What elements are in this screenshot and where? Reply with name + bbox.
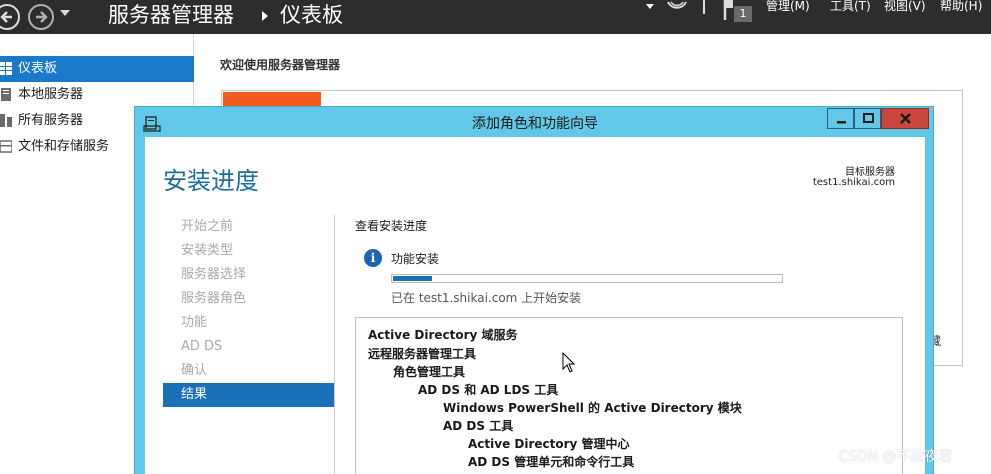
step-before-you-begin: 开始之前: [181, 219, 234, 234]
storage-icon: [0, 140, 12, 153]
install-progress-bar: [391, 274, 783, 283]
progress-fill: [393, 276, 432, 281]
sidebar-item-label: 本地服务器: [18, 87, 84, 102]
feature-install-label: 功能安装: [391, 252, 440, 266]
step-results[interactable]: 结果: [163, 383, 334, 407]
minimize-button[interactable]: [827, 108, 854, 129]
sidebar-item-local-server[interactable]: 本地服务器: [0, 82, 194, 108]
step-installation-type: 安装类型: [181, 243, 234, 258]
step-server-roles: 服务器角色: [181, 291, 247, 306]
menu-view[interactable]: 视图(V): [884, 0, 926, 14]
minimize-icon: [837, 121, 846, 124]
menu-manage[interactable]: 管理(M): [766, 0, 810, 14]
list-item: 角色管理工具: [393, 365, 466, 379]
forward-button[interactable]: [28, 4, 54, 30]
list-item: Active Directory 域服务: [368, 328, 518, 342]
breadcrumb-separator-icon: [262, 11, 268, 21]
chevron-down-icon[interactable]: [646, 4, 654, 9]
list-item: AD DS 工具: [443, 419, 514, 433]
sidebar-item-label: 文件和存储服务: [18, 139, 110, 154]
list-item: 远程服务器管理工具: [368, 347, 477, 361]
sidebar-item-label: 仪表板: [18, 61, 58, 76]
servers-icon: [0, 114, 12, 127]
sidebar-item-label: 所有服务器: [18, 113, 84, 128]
close-icon: [900, 113, 911, 124]
page-title: 安装进度: [163, 167, 259, 195]
section-label: 查看安装进度: [355, 219, 428, 233]
maximize-button[interactable]: [854, 108, 881, 129]
menu-help[interactable]: 帮助(H): [940, 0, 982, 14]
list-item: Windows PowerShell 的 Active Directory 模块: [443, 401, 742, 415]
wizard-body: 安装进度 目标服务器 test1.shikai.com 开始之前 安装类型 服务…: [145, 137, 925, 474]
step-ad-ds: AD DS: [181, 339, 223, 354]
install-status-text: 已在 test1.shikai.com 上开始安装: [391, 291, 582, 305]
dashboard-icon: [0, 62, 12, 75]
step-server-selection: 服务器选择: [181, 267, 247, 282]
welcome-title: 欢迎使用服务器管理器: [220, 58, 341, 72]
add-roles-wizard: 添加角色和功能向导 安装进度 目标服务器 test1.shikai.com 开始…: [134, 106, 934, 474]
refresh-icon[interactable]: [664, 0, 690, 20]
server-icon: [1, 88, 11, 101]
arrow-left-icon: [0, 11, 12, 23]
back-button[interactable]: [0, 4, 20, 30]
header-bar: 服务器管理器 仪表板 1 管理(M) 工具(T) 视图(V) 帮助(H): [0, 0, 991, 34]
list-item: AD DS 管理单元和命令行工具: [468, 455, 635, 469]
list-item: AD DS 和 AD LDS 工具: [418, 383, 559, 397]
list-item: Active Directory 管理中心: [468, 437, 630, 451]
mouse-cursor-icon: [562, 352, 576, 373]
step-confirmation: 确认: [181, 363, 208, 378]
breadcrumb-root[interactable]: 服务器管理器: [108, 0, 234, 34]
info-icon: i: [364, 249, 382, 267]
wizard-title: 添加角色和功能向导: [472, 116, 598, 132]
results-list[interactable]: Active Directory 域服务 远程服务器管理工具 角色管理工具 AD…: [355, 317, 903, 474]
close-button[interactable]: [881, 108, 929, 129]
history-dropdown-icon[interactable]: [60, 10, 70, 16]
header-divider: [703, 0, 705, 14]
arrow-right-icon: [36, 11, 48, 23]
maximize-icon: [863, 113, 874, 123]
sidebar-item-dashboard[interactable]: 仪表板: [0, 56, 194, 82]
server-manager-window: 服务器管理器 仪表板 1 管理(M) 工具(T) 视图(V) 帮助(H) 仪表板: [0, 0, 991, 474]
watermark: CSDN @不敌夜君: [838, 449, 953, 465]
progress-content: 查看安装进度 i 功能安装 已在 test1.shikai.com 上开始安装 …: [355, 137, 915, 474]
menu-tools[interactable]: 工具(T): [830, 0, 871, 14]
breadcrumb-current: 仪表板: [280, 3, 343, 27]
steps-divider: [334, 215, 335, 474]
notification-count-badge: 1: [734, 6, 752, 22]
step-features: 功能: [181, 315, 208, 330]
